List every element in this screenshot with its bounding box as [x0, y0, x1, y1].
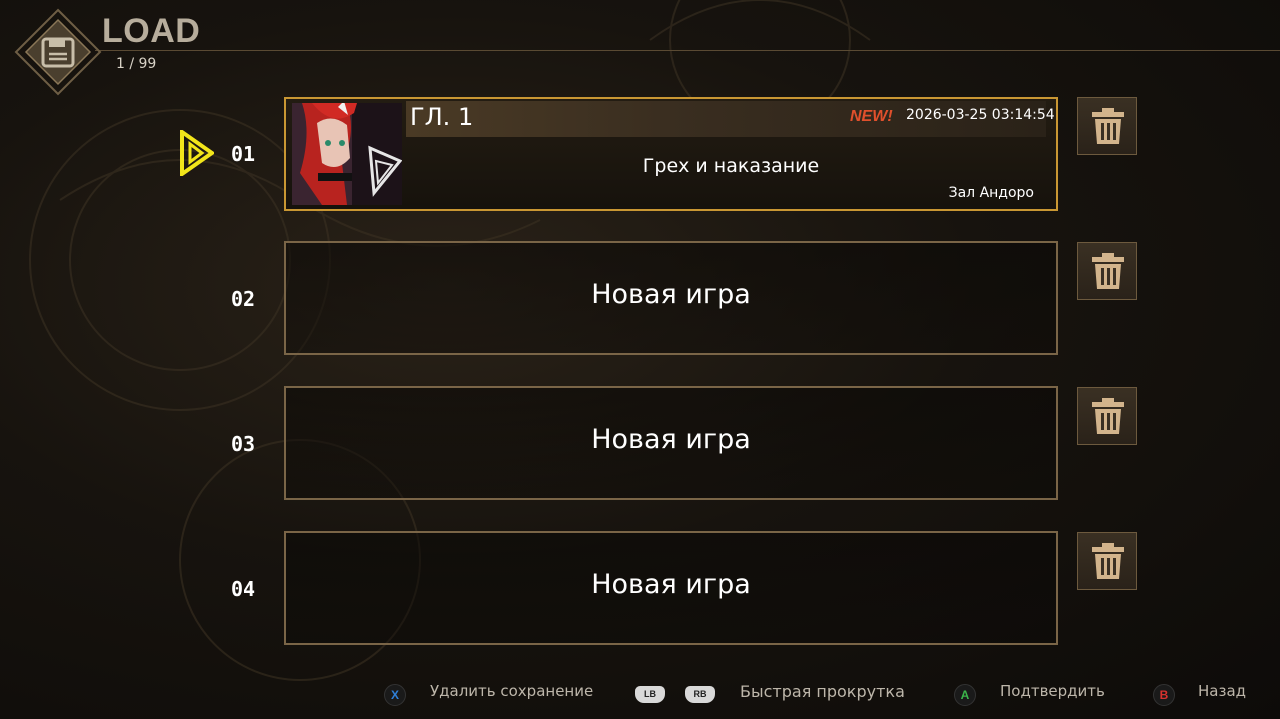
- slot-number: 01: [231, 142, 256, 166]
- slot-number: 04: [231, 577, 256, 601]
- selection-cursor-icon: [180, 130, 214, 176]
- page-title: LOAD: [102, 12, 201, 50]
- hint-confirm[interactable]: Подтвердить: [1000, 682, 1105, 706]
- hint-back[interactable]: Назад: [1198, 682, 1246, 706]
- lb-button-icon: LB: [635, 686, 665, 703]
- delete-save-button[interactable]: [1077, 242, 1137, 300]
- slot-number: 02: [231, 287, 256, 311]
- page-counter: 1 / 99: [116, 56, 157, 72]
- trash-icon: [1092, 108, 1124, 144]
- save-disk-icon: [14, 8, 102, 96]
- trash-icon: [1092, 543, 1124, 579]
- rb-button-icon: RB: [685, 686, 715, 703]
- save-slot-02[interactable]: Новая игра: [284, 241, 1058, 355]
- slot-number: 03: [231, 432, 256, 456]
- save-slot-03[interactable]: Новая игра: [284, 386, 1058, 500]
- save-thumbnail: [292, 103, 402, 205]
- hint-fast-scroll[interactable]: Быстрая прокрутка: [740, 682, 905, 706]
- x-button-icon: X: [384, 684, 406, 706]
- save-name: Грех и наказание: [642, 155, 820, 177]
- a-button-icon: A: [954, 684, 976, 706]
- save-slot-01[interactable]: ГЛ. 1 NEW! 2026-03-25 03:14:54 Грех и на…: [284, 97, 1058, 211]
- trash-icon: [1092, 398, 1124, 434]
- hint-delete[interactable]: Удалить сохранение: [430, 682, 593, 706]
- new-game-label: Новая игра: [591, 569, 751, 600]
- delete-save-button[interactable]: [1077, 97, 1137, 155]
- header-divider: [95, 50, 1280, 51]
- delete-save-button[interactable]: [1077, 532, 1137, 590]
- save-timestamp: 2026-03-25 03:14:54: [906, 107, 1055, 123]
- new-game-label: Новая игра: [591, 424, 751, 455]
- trash-icon: [1092, 253, 1124, 289]
- save-location: Зал Андоро: [948, 185, 1034, 201]
- b-button-icon: B: [1153, 684, 1175, 706]
- save-slot-04[interactable]: Новая игра: [284, 531, 1058, 645]
- chapter-label: ГЛ. 1: [410, 103, 474, 131]
- delete-save-button[interactable]: [1077, 387, 1137, 445]
- new-game-label: Новая игра: [591, 279, 751, 310]
- new-badge: NEW!: [850, 108, 893, 125]
